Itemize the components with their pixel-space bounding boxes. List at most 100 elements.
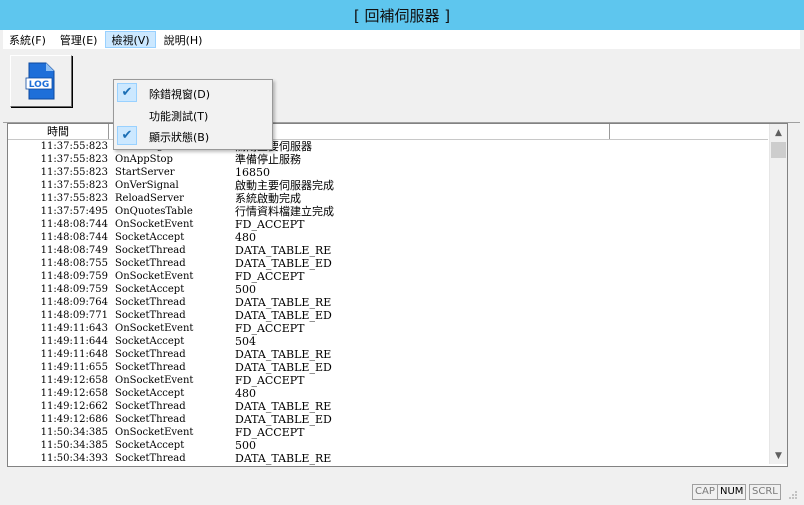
cell-event: SocketThread: [115, 310, 186, 321]
scrl-indicator: SCRL: [749, 484, 781, 500]
cell-time: 11:50:34:385: [40, 440, 108, 451]
column-header-time[interactable]: 時間: [8, 124, 109, 139]
cap-indicator: CAP: [692, 484, 718, 500]
cell-message: 500: [235, 283, 256, 296]
scrollbar-thumb[interactable]: [771, 142, 786, 158]
cell-message: DATA_TABLE_RE: [235, 452, 332, 465]
cell-time: 11:48:08:744: [40, 232, 108, 243]
log-list[interactable]: 時間 事件 訊息 11:37:55:823OnVerSignal關閉主要伺服器1…: [7, 123, 788, 467]
cell-time: 11:49:12:662: [40, 401, 108, 412]
cell-event: SocketAccept: [115, 388, 185, 399]
log-row[interactable]: 11:37:55:823 StartServer 16850: [8, 166, 768, 179]
log-row[interactable]: 11:48:09:759 OnSocketEvent FD_ACCEPT: [8, 270, 768, 283]
cell-time: 11:37:55:823: [40, 154, 108, 165]
checkmark-icon: ✔: [117, 83, 137, 102]
cell-event: SocketThread: [115, 297, 186, 308]
cell-time: 11:49:11:648: [40, 349, 108, 360]
cell-message: 504: [235, 335, 256, 348]
cell-event: SocketThread: [115, 362, 186, 373]
cell-message: DATA_TABLE_ED: [235, 309, 332, 322]
cell-event: OnVerSignal: [115, 180, 179, 191]
title-bar[interactable]: [ 回補伺服器 ]: [0, 0, 804, 30]
log-row[interactable]: 11:49:11:655 SocketThread DATA_TABLE_ED: [8, 361, 768, 374]
log-row[interactable]: 11:48:09:771 SocketThread DATA_TABLE_ED: [8, 309, 768, 322]
log-row[interactable]: 11:49:12:686 SocketThread DATA_TABLE_ED: [8, 413, 768, 426]
cell-time: 11:49:12:658: [40, 375, 108, 386]
cell-time: 11:50:34:393: [40, 453, 108, 464]
cell-time: 11:49:12:658: [40, 388, 108, 399]
log-row[interactable]: 11:48:08:744 OnSocketEvent FD_ACCEPT: [8, 218, 768, 231]
menu-view[interactable]: 檢視(V): [105, 31, 156, 48]
cell-event: OnSocketEvent: [115, 271, 194, 282]
cell-time: 11:48:08:749: [40, 245, 108, 256]
menu-item-function-test[interactable]: 功能測試(T): [114, 104, 270, 125]
log-row[interactable]: 11:49:11:644 SocketAccept 504: [8, 335, 768, 348]
log-row[interactable]: 11:48:08:744 SocketAccept 480: [8, 231, 768, 244]
cell-event: SocketAccept: [115, 284, 185, 295]
log-row[interactable]: 11:49:11:648 SocketThread DATA_TABLE_RE: [8, 348, 768, 361]
cell-message: 16850: [235, 166, 270, 179]
cell-event: OnAppStop: [115, 154, 173, 165]
cell-message: DATA_TABLE_ED: [235, 361, 332, 374]
cell-message: FD_ACCEPT: [235, 322, 305, 335]
log-row[interactable]: 11:37:55:823 OnVerSignal 啟動主要伺服器完成: [8, 179, 768, 192]
log-rows: 11:37:55:823OnVerSignal關閉主要伺服器11:37:55:8…: [8, 140, 768, 465]
log-row[interactable]: 11:49:11:643 OnSocketEvent FD_ACCEPT: [8, 322, 768, 335]
cell-message: DATA_TABLE_ED: [235, 257, 332, 270]
cell-time: 11:37:57:495: [40, 206, 108, 217]
log-row[interactable]: 11:48:08:749 SocketThread DATA_TABLE_RE: [8, 244, 768, 257]
menu-item-label: 功能測試(T): [149, 110, 209, 123]
cell-time: 11:48:09:764: [40, 297, 108, 308]
cell-message: 準備停止服務: [235, 153, 301, 166]
cell-message: FD_ACCEPT: [235, 426, 305, 439]
cell-time: 11:50:34:385: [40, 427, 108, 438]
column-header-extra[interactable]: [610, 124, 768, 139]
status-bar: CAP NUM SCRL: [3, 482, 800, 502]
log-row[interactable]: 11:37:55:823 ReloadServer 系統啟動完成: [8, 192, 768, 205]
cell-time: 11:48:09:759: [40, 271, 108, 282]
scroll-down-icon[interactable]: ▼: [770, 447, 787, 464]
log-row[interactable]: 11:48:08:755 SocketThread DATA_TABLE_ED: [8, 257, 768, 270]
log-row[interactable]: 11:50:34:393 SocketThread DATA_TABLE_RE: [8, 452, 768, 465]
cell-message: FD_ACCEPT: [235, 270, 305, 283]
cell-event: SocketThread: [115, 414, 186, 425]
cell-message: DATA_TABLE_ED: [235, 413, 332, 426]
cell-event: SocketThread: [115, 258, 186, 269]
menu-system[interactable]: 系統(F): [3, 31, 52, 48]
cell-time: 11:49:11:643: [40, 323, 108, 334]
log-row[interactable]: 11:50:34:385 SocketAccept 500: [8, 439, 768, 452]
cell-message: DATA_TABLE_RE: [235, 348, 332, 361]
menu-manage[interactable]: 管理(E): [54, 31, 104, 48]
menu-item-show-status[interactable]: ✔ 顯示狀態(B): [114, 125, 270, 146]
log-row[interactable]: 11:48:09:764 SocketThread DATA_TABLE_RE: [8, 296, 768, 309]
log-row[interactable]: 11:37:57:495 OnQuotesTable 行情資料檔建立完成: [8, 205, 768, 218]
resize-grip-icon[interactable]: [788, 490, 798, 500]
log-row[interactable]: 11:50:34:385 OnSocketEvent FD_ACCEPT: [8, 426, 768, 439]
main-window: 系統(F) 管理(E) 檢視(V) 說明(H) LOG ✔ 除錯視窗(D) 功能…: [3, 30, 800, 502]
log-row[interactable]: 11:49:12:658 SocketAccept 480: [8, 387, 768, 400]
cell-event: SocketAccept: [115, 232, 185, 243]
scroll-up-icon[interactable]: ▲: [770, 124, 787, 141]
menu-item-debug-window[interactable]: ✔ 除錯視窗(D): [114, 82, 270, 103]
cell-time: 11:48:09:771: [40, 310, 108, 321]
num-indicator: NUM: [717, 484, 747, 500]
cell-time: 11:49:12:686: [40, 414, 108, 425]
cell-message: DATA_TABLE_RE: [235, 244, 332, 257]
log-row[interactable]: 11:49:12:658 OnSocketEvent FD_ACCEPT: [8, 374, 768, 387]
menu-bar: 系統(F) 管理(E) 檢視(V) 說明(H): [3, 30, 800, 49]
cell-event: OnSocketEvent: [115, 427, 194, 438]
column-header-message[interactable]: 訊息: [229, 124, 610, 139]
log-row[interactable]: 11:37:55:823 OnAppStop 準備停止服務: [8, 153, 768, 166]
menu-help[interactable]: 說明(H): [158, 31, 209, 48]
log-row[interactable]: 11:49:12:662 SocketThread DATA_TABLE_RE: [8, 400, 768, 413]
checkmark-icon: ✔: [117, 126, 137, 145]
log-button[interactable]: LOG: [10, 55, 72, 107]
log-file-icon: LOG: [25, 62, 55, 100]
cell-message: 480: [235, 387, 256, 400]
cell-time: 11:37:55:823: [40, 180, 108, 191]
cell-time: 11:37:55:823: [40, 167, 108, 178]
log-row[interactable]: 11:48:09:759 SocketAccept 500: [8, 283, 768, 296]
vertical-scrollbar[interactable]: ▲ ▼: [769, 124, 787, 464]
cell-message: 行情資料檔建立完成: [235, 205, 334, 218]
cell-time: 11:48:08:755: [40, 258, 108, 269]
